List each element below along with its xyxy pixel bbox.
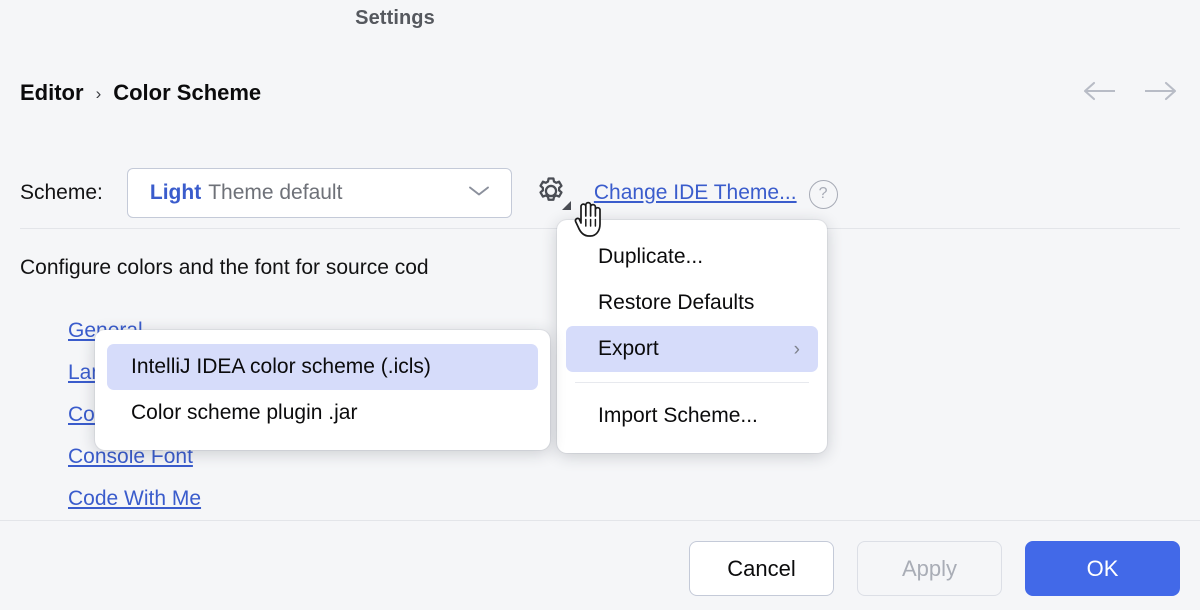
arrow-right-icon[interactable]: [1142, 80, 1178, 102]
menu-item-label: Restore Defaults: [598, 291, 755, 314]
chevron-right-icon: ›: [793, 338, 800, 360]
page-description: Configure colors and the font for source…: [20, 256, 429, 279]
submenu-item-icls[interactable]: IntelliJ IDEA color scheme (.icls): [107, 344, 538, 390]
scheme-row: Scheme: Light Theme default Change IDE T…: [20, 168, 838, 218]
scheme-settings-gear-button[interactable]: [534, 176, 571, 210]
breadcrumb-item-color-scheme: Color Scheme: [113, 80, 262, 105]
menu-item-export[interactable]: Export ›: [566, 326, 818, 372]
scheme-context-menu: Duplicate... Restore Defaults Export › I…: [557, 220, 827, 453]
export-submenu: IntelliJ IDEA color scheme (.icls) Color…: [95, 330, 550, 450]
submenu-item-plugin-jar[interactable]: Color scheme plugin .jar: [107, 390, 538, 436]
cancel-button[interactable]: Cancel: [689, 541, 834, 596]
submenu-item-label: Color scheme plugin .jar: [131, 401, 358, 424]
scheme-value-suffix: Theme default: [208, 181, 343, 204]
menu-separator: [575, 382, 809, 383]
link-code-with-me[interactable]: Code With Me: [68, 478, 249, 520]
navigation-arrows: [1082, 80, 1178, 102]
divider-bottom: [0, 520, 1200, 521]
help-icon[interactable]: ?: [808, 179, 838, 209]
scheme-label: Scheme:: [20, 181, 103, 204]
breadcrumb-separator-icon: ›: [95, 84, 102, 103]
scheme-value-name: Light: [149, 181, 202, 204]
menu-item-label: Duplicate...: [598, 245, 704, 268]
dropdown-triangle-icon: [561, 201, 571, 210]
ok-button[interactable]: OK: [1025, 541, 1180, 596]
menu-item-label: Export: [598, 337, 659, 360]
submenu-item-label: IntelliJ IDEA color scheme (.icls): [131, 355, 431, 378]
arrow-left-icon[interactable]: [1082, 80, 1118, 102]
scheme-combobox[interactable]: Light Theme default: [126, 168, 512, 218]
chevron-down-icon[interactable]: [467, 184, 491, 203]
window-title: Settings: [355, 7, 435, 29]
menu-item-label: Import Scheme...: [598, 404, 758, 427]
menu-item-duplicate[interactable]: Duplicate...: [566, 234, 818, 280]
breadcrumb-item-editor[interactable]: Editor: [20, 80, 84, 106]
apply-button[interactable]: Apply: [857, 541, 1002, 596]
change-ide-theme-link[interactable]: Change IDE Theme...: [594, 181, 797, 205]
menu-item-import-scheme[interactable]: Import Scheme...: [566, 393, 818, 439]
dialog-footer: Cancel Apply OK: [689, 541, 1180, 596]
breadcrumb: Editor › Color Scheme: [20, 80, 261, 106]
menu-item-restore-defaults[interactable]: Restore Defaults: [566, 280, 818, 326]
